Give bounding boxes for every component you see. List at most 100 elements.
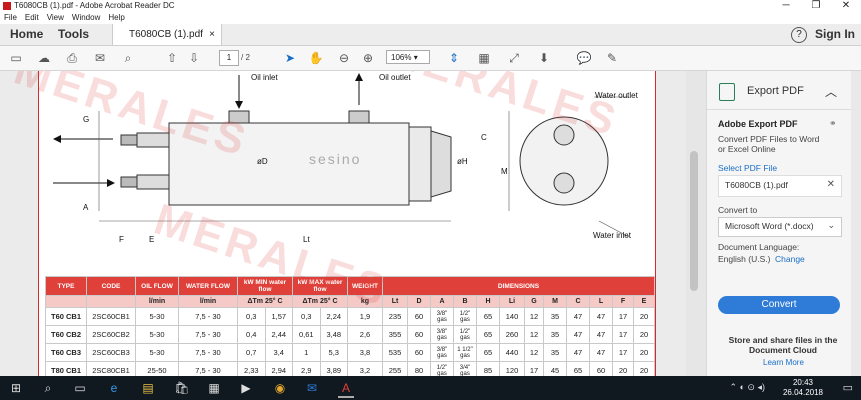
subheader-cell: l/min (178, 295, 238, 308)
language-change-link[interactable]: Change (775, 254, 805, 264)
chrome-icon[interactable]: ◉ (272, 380, 288, 396)
store-icon[interactable]: 🛍 (174, 380, 190, 396)
hand-tool-icon[interactable]: ✋ (308, 50, 324, 66)
taskbar-clock[interactable]: 20:43 26.04.2018 (783, 378, 823, 398)
zoom-out-icon[interactable]: ⊖ (336, 50, 352, 66)
save-icon[interactable]: ▭ (8, 50, 24, 66)
menu-window[interactable]: Window (72, 12, 100, 24)
table-cell: 7,5 - 30 (178, 343, 238, 362)
table-cell: 60 (407, 325, 431, 344)
close-tab-icon[interactable]: × (209, 24, 215, 45)
upload-cloud-icon[interactable]: ☁ (36, 50, 52, 66)
table-cell: 47 (589, 325, 613, 344)
fit-page-icon[interactable]: ⇕ (446, 50, 462, 66)
table-cell: 355 (382, 325, 408, 344)
notifications-icon[interactable]: ▭ (843, 381, 853, 394)
menu-file[interactable]: File (4, 12, 17, 24)
table-cell: 2,9 (292, 361, 321, 376)
help-icon[interactable]: ? (791, 27, 807, 43)
table-cell: 12 (524, 325, 544, 344)
menu-edit[interactable]: Edit (25, 12, 39, 24)
menu-help[interactable]: Help (108, 12, 124, 24)
convert-button[interactable]: Convert (718, 296, 840, 314)
zoom-in-icon[interactable]: ⊕ (360, 50, 376, 66)
windows-start-icon[interactable]: ⊞ (8, 380, 24, 396)
outlook-icon[interactable]: ✉ (304, 380, 320, 396)
maximize-button[interactable]: ❐ (801, 0, 831, 12)
search-icon[interactable]: ⌕ (120, 50, 136, 66)
table-cell: 12 (524, 343, 544, 362)
system-tray-icons[interactable]: ⌃ ◐ ⊙ ◂) (729, 382, 765, 393)
subheader-cell: M (543, 295, 567, 308)
calculator-icon[interactable]: ▦ (206, 380, 222, 396)
table-cell: 2,24 (319, 307, 348, 326)
tab-tools[interactable]: Tools (58, 24, 89, 45)
scroll-mode-icon[interactable]: ▦ (476, 50, 492, 66)
edge-icon[interactable]: e (106, 380, 122, 396)
sign-pen-icon[interactable]: ✎ (604, 50, 620, 66)
brand-logo: sesino (309, 151, 362, 167)
read-mode-icon[interactable]: ⬇ (536, 50, 552, 66)
table-cell: 1 1/2" gas (453, 343, 477, 362)
header-code: CODE (86, 276, 136, 296)
table-cell: 2,6 (347, 325, 383, 344)
row-type-cell: T80 CB1 (45, 361, 87, 376)
table-cell: 1 (292, 343, 321, 362)
minimize-button[interactable]: ─ (771, 0, 801, 12)
dim-m-label: M (501, 167, 508, 176)
next-page-icon[interactable]: ⇩ (186, 50, 202, 66)
file-explorer-icon[interactable]: ▤ (140, 380, 156, 396)
zoom-value: 106% (391, 53, 412, 62)
select-cursor-icon[interactable]: ➤ (282, 50, 298, 66)
acrobat-taskbar-icon[interactable]: A (338, 380, 354, 398)
email-icon[interactable]: ✉ (92, 50, 108, 66)
learn-more-link[interactable]: Learn More (763, 358, 804, 367)
page-number-input[interactable]: 1 (219, 50, 239, 66)
close-window-button[interactable]: ✕ (831, 0, 861, 12)
search-icon[interactable]: ⌕ (40, 380, 56, 396)
subheader-cell: A (430, 295, 454, 308)
table-cell: 3/4" gas (453, 361, 477, 376)
tab-bar: Home Tools T6080CB (1).pdf × ? Sign In (0, 24, 861, 46)
link-icon[interactable]: ⚭ (829, 118, 837, 129)
print-icon[interactable]: ⎙ (64, 50, 80, 66)
viewer-scrollbar[interactable] (686, 71, 706, 376)
table-cell: 17 (612, 307, 634, 326)
previous-page-icon[interactable]: ⇧ (164, 50, 180, 66)
tab-home[interactable]: Home (10, 24, 43, 45)
export-pdf-title[interactable]: Export PDF (747, 85, 804, 97)
header-oil-flow: OIL FLOW (135, 276, 179, 296)
fullscreen-icon[interactable]: ⤢ (506, 50, 522, 66)
tab-document[interactable]: T6080CB (1).pdf × (112, 24, 222, 45)
task-view-icon[interactable]: ▭ (72, 380, 88, 396)
panel-scrollbar[interactable] (851, 71, 861, 376)
table-cell: 17 (524, 361, 544, 376)
menu-view[interactable]: View (47, 12, 64, 24)
media-icon[interactable]: ▶ (238, 380, 254, 396)
table-cell: 20 (612, 361, 634, 376)
clock-date: 26.04.2018 (782, 388, 823, 397)
header-type: TYPE (45, 276, 87, 296)
collapse-chevron-icon[interactable]: ︿ (825, 83, 837, 100)
dim-f-label: F (119, 235, 124, 244)
table-cell: 17 (612, 325, 634, 344)
sign-in-button[interactable]: Sign In (815, 24, 855, 45)
scrollbar-thumb[interactable] (690, 151, 698, 291)
table-cell: 12 (524, 307, 544, 326)
windows-taskbar: ⊞ ⌕ ▭ e ▤ 🛍 ▦ ▶ ◉ ✉ A ⌃ ◐ ⊙ ◂) 20:43 26.… (0, 376, 861, 400)
table-cell: 260 (499, 325, 525, 344)
select-pdf-link[interactable]: Select PDF File (718, 163, 777, 173)
table-cell: 35 (543, 325, 567, 344)
remove-file-icon[interactable]: ✕ (827, 179, 835, 190)
convert-to-select[interactable]: Microsoft Word (*.docx) ⌄ (718, 217, 842, 237)
table-cell: 47 (589, 343, 613, 362)
zoom-select[interactable]: 106% ▾ (386, 50, 430, 64)
table-cell: 1,57 (264, 307, 293, 326)
selected-file-box[interactable]: T6080CB (1).pdf ✕ (718, 175, 842, 197)
table-cell: 3,8 (347, 343, 383, 362)
table-cell: 47 (566, 325, 590, 344)
table-row: T80 CB1 2SC80CB1 25-50 7,5 - 30 2,33 2,94 2,9 3… (45, 361, 655, 376)
document-viewer[interactable]: Oil inlet Oil outlet Water outlet Water … (0, 71, 706, 376)
comment-icon[interactable]: 💬 (576, 50, 592, 66)
acrobat-icon (3, 2, 11, 10)
